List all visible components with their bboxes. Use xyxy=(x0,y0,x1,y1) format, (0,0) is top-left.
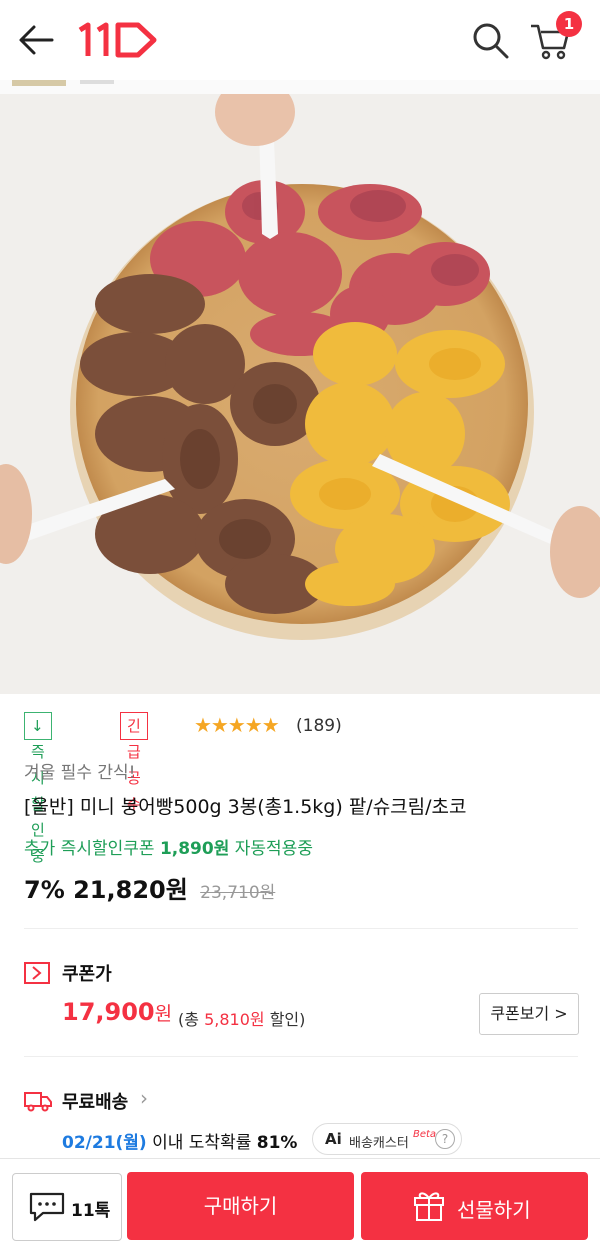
beta-label: Beta xyxy=(413,1129,437,1140)
ai-label: Ai xyxy=(325,1130,342,1148)
bottom-action-bar: 11톡 구매하기 선물하기 xyxy=(0,1158,600,1245)
auto-coupon-prefix: 추가 즉시할인쿠폰 xyxy=(24,839,155,859)
chat-bubble-icon xyxy=(29,1192,65,1222)
free-shipping-label[interactable]: 무료배송 xyxy=(62,1088,128,1114)
product-image[interactable] xyxy=(0,94,600,694)
sale-price: 21,820원 xyxy=(73,876,188,904)
coupon-price-value: 17,900 xyxy=(62,998,155,1026)
coupon-price-label: 쿠폰가 xyxy=(62,964,112,985)
gift-icon xyxy=(414,1192,444,1221)
coupon-note-prefix: (총 xyxy=(178,1010,199,1029)
back-arrow-icon[interactable] xyxy=(16,22,56,58)
cart-count-badge: 1 xyxy=(556,11,582,37)
buy-button[interactable]: 구매하기 xyxy=(127,1172,354,1240)
search-icon[interactable] xyxy=(470,20,510,60)
coupon-icon xyxy=(24,962,50,984)
delivery-date-suffix: 이내 도착확률 xyxy=(152,1133,252,1153)
chevron-right-icon[interactable]: › xyxy=(140,1086,148,1110)
help-icon[interactable]: ? xyxy=(435,1129,455,1149)
coupon-note-suffix: 할인) xyxy=(269,1010,306,1029)
price-row: 7% 21,820원 23,710원 xyxy=(24,870,275,905)
gift-button[interactable]: 선물하기 xyxy=(361,1172,588,1240)
divider xyxy=(24,928,578,929)
truck-icon xyxy=(24,1092,52,1112)
urgent-import-badge: 긴급공수 xyxy=(120,712,148,813)
thumbnail-strip xyxy=(0,80,600,94)
eleven-street-logo[interactable] xyxy=(74,20,160,60)
coupon-note-amount: 5,810원 xyxy=(204,1010,265,1029)
talk-label: 11톡 xyxy=(71,1201,111,1221)
view-coupon-button[interactable]: 쿠폰보기 > xyxy=(479,993,579,1035)
auto-coupon-amount: 1,890원 xyxy=(159,839,230,859)
ai-delivery-caster[interactable]: Ai 배송캐스터 Beta ? xyxy=(312,1123,462,1155)
auto-coupon-suffix: 자동적용중 xyxy=(234,839,313,859)
rating-stars[interactable]: ★★★★★ xyxy=(194,713,280,737)
thumbnail-1[interactable] xyxy=(12,80,66,86)
coupon-price: 17,900원 xyxy=(62,998,172,1026)
product-photo xyxy=(0,94,600,694)
product-title: [올반] 미니 붕어빵500g 3봉(총1.5kg) 팥/슈크림/초코 xyxy=(24,796,467,818)
ai-caster-text: 배송캐스터 xyxy=(349,1136,409,1151)
thumbnail-2[interactable] xyxy=(80,80,114,84)
coupon-discount-note: (총 5,810원 할인) xyxy=(178,1006,305,1030)
talk-button[interactable]: 11톡 xyxy=(12,1173,122,1241)
instant-discount-badge: ↓즉시할인중 xyxy=(24,712,52,865)
divider xyxy=(24,1056,578,1057)
product-subtitle: 겨울 필수 간식! xyxy=(24,763,136,783)
discount-rate: 7% xyxy=(24,876,65,904)
delivery-date: 02/21(월) xyxy=(62,1133,147,1153)
original-price: 23,710원 xyxy=(200,883,276,903)
coupon-price-unit: 원 xyxy=(154,1003,173,1025)
gift-label: 선물하기 xyxy=(457,1198,531,1222)
delivery-probability: 81% xyxy=(256,1133,298,1153)
top-header: 1 xyxy=(0,0,600,81)
delivery-estimate: 02/21(월) 이내 도착확률 81% xyxy=(62,1128,297,1153)
review-count[interactable]: (189) xyxy=(296,716,342,736)
auto-coupon-notice: 추가 즉시할인쿠폰 1,890원 자동적용중 xyxy=(24,834,313,859)
